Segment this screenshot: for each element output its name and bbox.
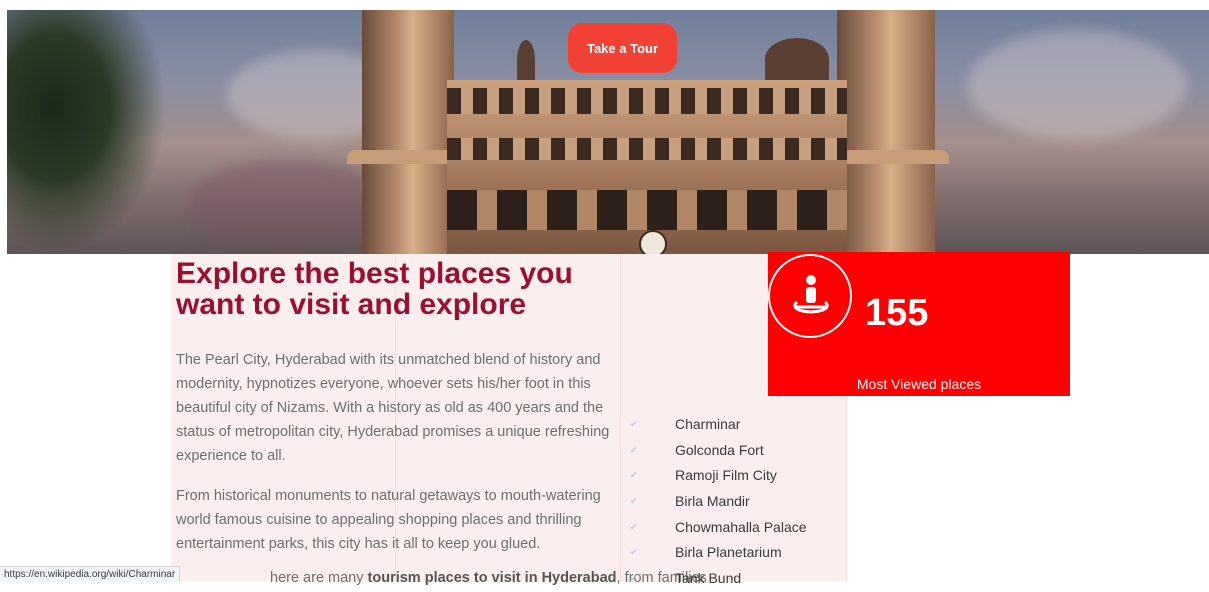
place-name: Birla Mandir xyxy=(675,493,750,510)
spire xyxy=(517,40,535,80)
intro-paragraph: The Pearl City, Hyderabad with its unmat… xyxy=(176,352,610,464)
intro-paragraph: From historical monuments to natural get… xyxy=(176,488,601,552)
place-name: Ramoji Film City xyxy=(675,467,777,484)
stat-icon-circle xyxy=(768,254,852,338)
intro-paragraph: here are many tourism places to visit in… xyxy=(270,566,707,590)
place-name: Birla Planetarium xyxy=(675,544,782,561)
check-icon: ✔ xyxy=(630,444,638,455)
left-minaret xyxy=(362,10,454,254)
list-item[interactable]: ✔ Birla Planetarium xyxy=(628,540,807,566)
paragraph-text: here are many xyxy=(270,570,368,586)
check-icon: ✔ xyxy=(630,419,638,429)
place-name: Golconda Fort xyxy=(675,441,764,458)
right-minaret xyxy=(837,10,935,254)
cloud xyxy=(967,30,1187,140)
dome xyxy=(765,38,829,80)
cloud xyxy=(187,160,387,250)
place-name: Charminar xyxy=(675,416,741,432)
list-item[interactable]: ✔ Chowmahalla Palace xyxy=(628,515,807,541)
clock-icon xyxy=(639,230,667,254)
paragraph-bold-link[interactable]: tourism places to visit in Hyderabad xyxy=(368,570,617,586)
arch-row xyxy=(447,138,847,160)
take-a-tour-button[interactable]: Take a Tour xyxy=(568,23,677,73)
list-item[interactable]: ✔ Golconda Fort xyxy=(628,438,807,464)
check-icon: ✔ xyxy=(630,496,638,507)
most-viewed-stat: 155 Most Viewed places xyxy=(768,252,1070,396)
hero-banner: Take a Tour xyxy=(7,10,1209,254)
charminar-facade xyxy=(447,80,847,254)
check-icon: ✔ xyxy=(630,470,638,481)
tree-foliage xyxy=(7,10,167,254)
page-headline: Explore the best places you want to visi… xyxy=(176,257,573,321)
place-name: Tank Bund xyxy=(675,570,742,587)
check-icon: ✔ xyxy=(630,547,638,558)
check-icon: ✔ xyxy=(630,521,638,532)
list-item[interactable]: ✔ Tank Bund xyxy=(628,566,807,592)
stat-label: Most Viewed places xyxy=(856,376,982,392)
link-status-bar: https://en.wikipedia.org/wiki/Charminar xyxy=(0,566,181,582)
list-item[interactable]: ✔ Birla Mandir xyxy=(628,489,807,515)
arch-row xyxy=(447,88,847,114)
stat-value: 155 xyxy=(865,292,929,334)
arch-row xyxy=(447,190,847,230)
places-list: ✔ Charminar ✔ Golconda Fort ✔ Ramoji Film C… xyxy=(628,412,807,592)
list-item[interactable]: ✔ Charminar xyxy=(628,412,807,438)
check-icon: ✔ xyxy=(630,573,638,584)
place-name: Chowmahalla Palace xyxy=(675,518,807,535)
person-location-icon xyxy=(793,275,829,314)
list-item[interactable]: ✔ Ramoji Film City xyxy=(628,463,807,489)
